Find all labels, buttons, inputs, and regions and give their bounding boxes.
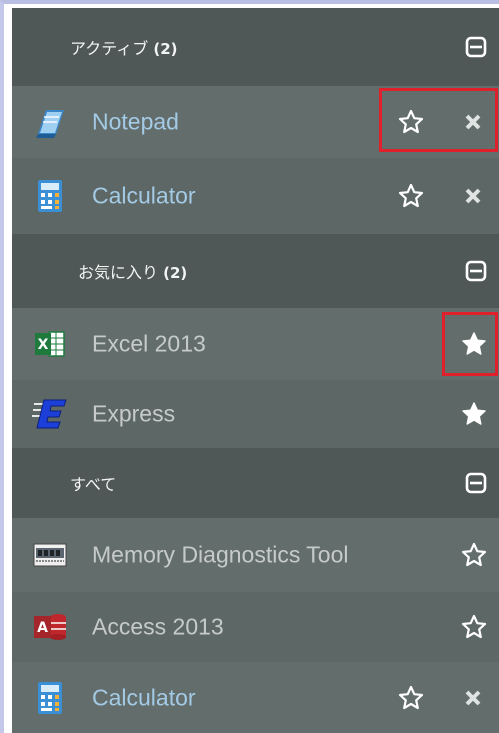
calculator-icon [38,681,62,714]
excel-icon: X [35,331,65,357]
collapse-icon[interactable] [465,472,487,494]
notepad-icon [36,110,64,138]
group-label-active: アクティブ (2) [70,39,178,58]
group-header-active[interactable]: アクティブ (2) [12,8,499,86]
app-label-memory-diagnostics: Memory Diagnostics Tool [92,541,349,568]
star-outline-icon[interactable] [460,541,488,569]
app-label-excel: Excel 2013 [92,330,206,357]
app-item-access[interactable]: A Access 2013 [12,592,499,662]
group-label-favorites: お気に入り (2) [78,263,188,282]
close-icon[interactable] [464,187,482,205]
group-header-favorites[interactable]: お気に入り (2) [12,234,499,308]
app-label-access: Access 2013 [92,613,224,640]
app-item-memory-diagnostics[interactable]: Memory Diagnostics Tool [12,518,499,592]
svg-text:A: A [37,620,48,636]
collapse-icon[interactable] [465,260,487,282]
star-filled-icon[interactable] [460,330,488,358]
app-launcher-panel: アクティブ (2) Notepad Calculator お気に入り (2) X… [12,8,499,733]
app-item-calculator[interactable]: Calculator [12,158,499,234]
app-item-notepad[interactable]: Notepad [12,86,499,158]
group-header-all[interactable]: すべて [12,448,499,518]
calculator-icon [38,180,62,212]
access-icon: A [34,614,66,640]
star-outline-icon[interactable] [460,613,488,641]
star-outline-icon[interactable] [397,108,425,136]
app-item-excel[interactable]: X Excel 2013 [12,308,499,380]
group-label-all: すべて [70,475,117,494]
app-item-calculator-2[interactable]: Calculator [12,662,499,733]
close-icon[interactable] [464,113,482,131]
app-label-calculator: Calculator [92,182,196,209]
star-outline-icon[interactable] [397,684,425,712]
collapse-icon[interactable] [465,36,487,58]
app-item-express[interactable]: Express [12,380,499,448]
memory-diagnostics-icon [33,543,67,567]
app-label-express: Express [92,400,176,427]
app-label-calculator-2: Calculator [92,684,196,710]
close-icon[interactable] [464,689,482,707]
app-label-notepad: Notepad [92,108,179,135]
svg-text:X: X [38,337,49,353]
star-filled-icon[interactable] [460,400,488,428]
express-icon [32,399,67,429]
star-outline-icon[interactable] [397,182,425,210]
